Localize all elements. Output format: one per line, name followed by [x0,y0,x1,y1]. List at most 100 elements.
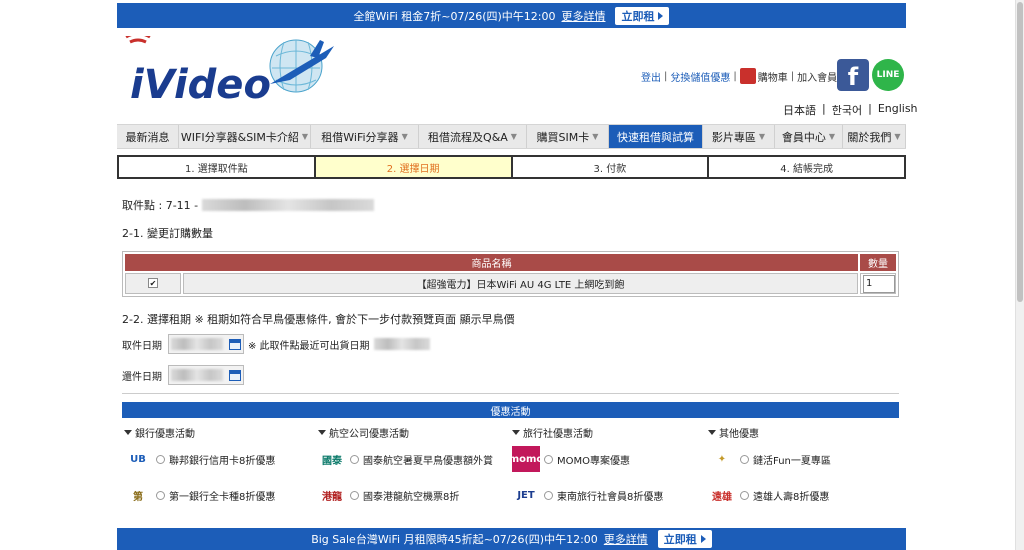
nav-item-label: 關於我們 [847,130,892,144]
bottom-promo-banner: Big Sale台灣WiFi 月租限時45折起~07/26(四)中午12:00 … [117,528,906,550]
vertical-scrollbar[interactable] [1015,0,1024,550]
return-date-label: 還件日期 [122,371,162,383]
promo-item[interactable]: ✦ 鏈活Fun一夏專區 [708,446,831,472]
lang-separator: | [868,102,872,115]
cart-link[interactable]: 購物車 [758,69,788,84]
promo-logo: momo [509,446,543,472]
product-name-header: 商品名稱 [125,254,858,271]
promo-column-title: 航空公司優惠活動 [329,429,409,440]
pickup-date-input[interactable] [168,334,244,354]
calendar-icon[interactable] [229,339,241,350]
link-separator: | [733,70,737,82]
promo-radio[interactable] [740,490,749,500]
promo-item[interactable]: momo MOMO專案優惠 [509,446,630,472]
top-rent-now-label: 立即租 [621,9,655,23]
lang-korean[interactable]: 한국어 [832,102,862,118]
return-date-value-redacted [171,369,223,381]
promo-item[interactable]: 第 第一銀行全卡種8折優惠 [124,482,275,508]
chevron-down-icon: ▼ [592,132,599,141]
redeem-link[interactable]: 兌換儲值優惠 [670,69,730,84]
chevron-down-icon: ▼ [828,132,836,141]
scrollbar-thumb[interactable] [1017,2,1023,302]
triangle-down-icon [512,430,520,435]
order-quantity-table: 商品名稱 數量 ✔ 【超強電力】日本WiFi AU 4G LTE 上網吃到飽 1 [122,251,899,297]
promo-logo: 國泰 [318,446,346,472]
cart-icon[interactable] [739,68,756,84]
promo-item[interactable]: 遠雄 遠雄人壽8折優惠 [708,482,829,508]
table-row: ✔ 【超強電力】日本WiFi AU 4G LTE 上網吃到飽 1 [125,273,896,294]
quantity-input[interactable]: 1 [863,274,895,293]
top-promo-more-link[interactable]: 更多詳情 [561,8,605,24]
language-switcher: 日本語 | 한국어 | English [783,102,918,118]
calendar-icon[interactable] [229,370,241,381]
divider [122,393,899,394]
top-promo-text: 全館WiFi 租金7折~07/26(四)中午12:00 [353,9,556,23]
link-separator: | [790,70,795,82]
chevron-down-icon: ▼ [894,132,901,141]
arrow-right-icon [700,535,706,543]
lang-english[interactable]: English [878,102,918,118]
link-separator: | [664,70,668,82]
promo-item[interactable]: UB 聯邦銀行信用卡8折優惠 [124,446,275,472]
main-nav: 最新消息 WIFI分享器&SIM卡介紹 ▼ 租借WiFi分享器 ▼ 租借流程及Q&A ▼ 購買… [117,124,906,149]
step-2: 2. 選擇日期 [315,157,513,177]
top-rent-now-button[interactable]: 立即租 [615,6,670,25]
top-promo-banner: 全館WiFi 租金7折~07/26(四)中午12:00 更多詳情 立即租 [117,3,906,28]
promo-column-header: 航空公司優惠活動 [318,425,409,440]
promo-item[interactable]: 港龍 國泰港龍航空機票8折 [318,482,459,508]
promo-column-header: 旅行社優惠活動 [512,425,593,440]
join-member-link[interactable]: 加入會員 [797,69,837,84]
facebook-icon[interactable]: f [837,59,869,91]
nav-item-6[interactable]: 影片專區 ▼ [703,125,775,148]
bottom-promo-more-link[interactable]: 更多詳情 [604,531,648,547]
promo-radio[interactable] [350,490,359,500]
nav-item-label: 租借WiFi分享器 [321,130,399,144]
section-quantity-title: 2-1. 變更訂購數量 [122,227,213,240]
nav-item-2[interactable]: 租借WiFi分享器 ▼ [311,125,419,148]
promo-column-header: 其他優惠 [708,425,759,440]
promo-radio[interactable] [156,490,165,500]
line-icon[interactable]: LINE [872,59,904,91]
promo-item[interactable]: 國泰 國泰航空暑夏早鳥優惠額外賞 [318,446,493,472]
nav-item-4[interactable]: 購買SIM卡 ▼ [527,125,609,148]
promo-item-label: 國泰港龍航空機票8折 [363,491,460,503]
pickup-label: 取件點 : 7-11 - [122,199,199,212]
nav-item-8[interactable]: 關於我們 ▼ [843,125,906,148]
nav-item-label: 租借流程及Q&A [428,130,508,144]
return-date-input[interactable] [168,365,244,385]
nav-item-label: 會員中心 [781,130,826,144]
return-date-row: 還件日期 [122,365,244,385]
promo-radio[interactable] [156,454,165,464]
promo-item-label: 第一銀行全卡種8折優惠 [169,491,276,503]
nav-item-label: 影片專區 [711,130,756,144]
nav-item-7[interactable]: 會員中心 ▼ [775,125,843,148]
pickup-date-row: 取件日期 ※ 此取件點最近可出貨日期 [122,334,430,354]
nav-item-0[interactable]: 最新消息 [117,125,179,148]
step-1: 1. 選擇取件點 [119,157,316,177]
promo-item[interactable]: JET 東南旅行社會員8折優惠 [512,482,663,508]
step-3: 3. 付款 [513,157,710,177]
promo-column-title: 其他優惠 [719,429,759,440]
promo-column-header: 銀行優惠活動 [124,425,195,440]
promo-item-label: 鏈活Fun一夏專區 [753,455,831,467]
chevron-down-icon: ▼ [401,132,408,141]
row-checkbox[interactable]: ✔ [148,278,158,288]
promo-radio[interactable] [350,454,359,464]
nav-item-5[interactable]: 快速租借與試算 [609,125,703,148]
product-name-cell: 【超強電力】日本WiFi AU 4G LTE 上網吃到飽 [183,273,858,294]
pickup-date-note: ※ 此取件點最近可出貨日期 [248,340,370,352]
promo-radio[interactable] [544,454,553,464]
promo-item-label: 遠雄人壽8折優惠 [753,491,830,503]
row-checkbox-cell[interactable]: ✔ [125,273,181,294]
logout-link[interactable]: 登出 [641,69,661,84]
bottom-rent-now-button[interactable]: 立即租 [657,530,712,548]
promo-radio[interactable] [740,454,749,464]
ivideo-logo[interactable]: iVideo [120,32,340,108]
nav-item-1[interactable]: WIFI分享器&SIM卡介紹 ▼ [179,125,311,148]
promo-item-label: 東南旅行社會員8折優惠 [557,491,664,503]
lang-japanese[interactable]: 日本語 [783,102,816,118]
nav-item-3[interactable]: 租借流程及Q&A ▼ [419,125,527,148]
promo-logo: 遠雄 [708,482,736,508]
promo-radio[interactable] [544,490,553,500]
triangle-down-icon [318,430,326,435]
